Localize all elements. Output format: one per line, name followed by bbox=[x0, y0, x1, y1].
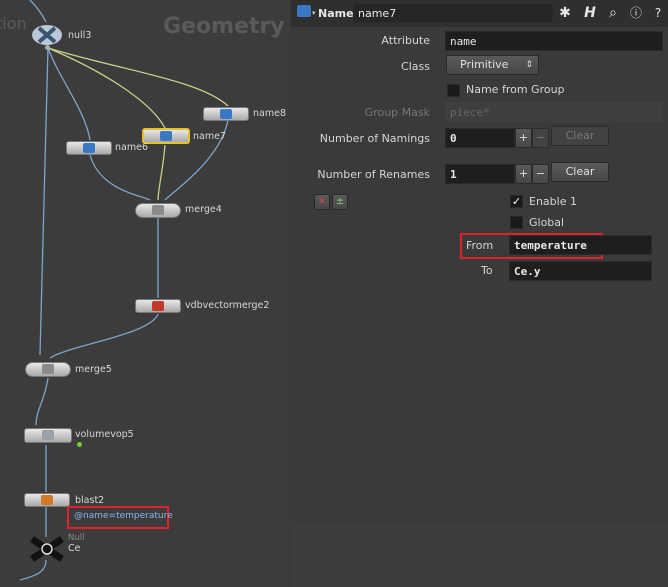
to-field[interactable]: Ce.y bbox=[509, 261, 652, 281]
global-label: Global bbox=[529, 216, 565, 229]
gear-icon[interactable]: ✱ bbox=[557, 5, 573, 21]
wire-ce-output bbox=[19, 559, 47, 581]
volumevop5-label: volumevop5 bbox=[75, 429, 134, 440]
wire-name7-merge4 bbox=[157, 144, 166, 201]
num-renames-field[interactable]: 1 bbox=[445, 164, 515, 184]
ce-label: Ce bbox=[68, 543, 81, 554]
name-from-group-label: Name from Group bbox=[466, 83, 565, 96]
blast2-node[interactable] bbox=[24, 493, 70, 507]
blast2-label: blast2 bbox=[75, 495, 105, 506]
wire-vdbvectormerge2-merge5 bbox=[49, 313, 159, 359]
attribute-field[interactable]: name bbox=[445, 31, 663, 51]
from-field[interactable]: temperature bbox=[509, 235, 652, 255]
null3-output-dot[interactable] bbox=[45, 45, 50, 50]
volumevop5-node[interactable] bbox=[24, 428, 72, 443]
name-node-icon bbox=[160, 131, 172, 141]
null3-label: null3 bbox=[68, 30, 92, 41]
merge5-label: merge5 bbox=[75, 364, 112, 375]
merge5-node[interactable] bbox=[25, 362, 71, 377]
name8-label: name8 bbox=[253, 108, 286, 119]
vdb-node-icon bbox=[152, 301, 164, 311]
vdbvectormerge2-node[interactable] bbox=[135, 299, 181, 313]
wire-null3-name7 bbox=[47, 47, 166, 129]
name7-label: name7 bbox=[193, 131, 226, 142]
num-renames-plus-button[interactable]: + bbox=[515, 164, 532, 184]
class-label: Class bbox=[401, 60, 430, 73]
blast-node-icon bbox=[41, 495, 53, 505]
ce-null-node-icon[interactable] bbox=[29, 536, 65, 562]
num-renames-label: Number of Renames bbox=[317, 168, 430, 181]
merge4-node[interactable] bbox=[135, 203, 181, 218]
merge-node-icon bbox=[42, 364, 54, 374]
wire-input-null3 bbox=[29, 0, 47, 23]
merge-node-icon bbox=[152, 205, 164, 215]
to-label: To bbox=[481, 264, 493, 277]
empty-lower-pane bbox=[291, 522, 668, 587]
node-type-dropdown-icon[interactable]: ▾ bbox=[312, 9, 316, 17]
remove-instance-icon[interactable]: × bbox=[314, 194, 330, 210]
wire-merge5-volumevop5 bbox=[35, 377, 49, 426]
name-from-group-checkbox[interactable] bbox=[447, 84, 460, 97]
num-namings-label: Number of Namings bbox=[319, 132, 430, 145]
name6-label: name6 bbox=[115, 142, 148, 153]
search-icon[interactable]: ⌕ bbox=[605, 5, 621, 21]
wire-null3-merge5 bbox=[39, 47, 49, 356]
num-renames-minus-button[interactable]: − bbox=[532, 164, 549, 184]
insert-instance-icon[interactable]: ± bbox=[332, 194, 348, 210]
renames-clear-button[interactable]: Clear bbox=[551, 162, 609, 182]
vop-node-icon bbox=[42, 430, 54, 440]
group-mask-field: piece* bbox=[445, 102, 663, 122]
updown-arrow-icon: ⇕ bbox=[525, 60, 533, 70]
ce-node-type-label: Null bbox=[68, 533, 85, 543]
node-type-label: Name bbox=[318, 7, 354, 20]
merge4-label: merge4 bbox=[185, 204, 222, 215]
namings-clear-button: Clear bbox=[551, 126, 609, 146]
num-namings-plus-button[interactable]: + bbox=[515, 128, 532, 148]
name6-node[interactable] bbox=[66, 141, 112, 155]
vdbvectormerge2-label: vdbvectormerge2 bbox=[185, 300, 270, 311]
num-namings-minus-button: − bbox=[532, 128, 549, 148]
from-label: From bbox=[466, 239, 494, 252]
network-editor[interactable]: tion Geometry null3 name8 name7 bbox=[0, 0, 290, 587]
name-node-icon bbox=[83, 143, 95, 153]
blast2-group-flag: @name=temperature bbox=[74, 511, 173, 521]
num-namings-field[interactable]: 0 bbox=[445, 128, 515, 148]
parameter-header: ▾ Name name7 ✱ H ⌕ ⓘ ? bbox=[291, 0, 668, 27]
attribute-label: Attribute bbox=[381, 34, 430, 47]
class-menu[interactable]: Primitive ⇕ bbox=[446, 55, 539, 75]
group-mask-label: Group Mask bbox=[364, 106, 430, 119]
enable-1-label: Enable 1 bbox=[529, 195, 577, 208]
name8-node[interactable] bbox=[203, 107, 249, 121]
help-h-icon[interactable]: H bbox=[582, 5, 598, 21]
volumevop5-status-dot bbox=[77, 442, 82, 447]
help-icon[interactable]: ? bbox=[650, 5, 666, 21]
name-node-type-icon bbox=[297, 5, 311, 17]
class-menu-value: Primitive bbox=[460, 58, 509, 71]
enable-1-checkbox[interactable]: ✓ bbox=[510, 195, 523, 208]
name-node-icon bbox=[220, 109, 232, 119]
wire-null3-name8 bbox=[47, 47, 229, 107]
global-checkbox[interactable] bbox=[510, 216, 523, 229]
info-icon[interactable]: ⓘ bbox=[628, 5, 644, 21]
name7-node[interactable] bbox=[142, 128, 190, 144]
wire-name6-merge4 bbox=[89, 154, 151, 201]
node-name-field[interactable]: name7 bbox=[353, 3, 553, 23]
wire-null3-name6 bbox=[47, 47, 91, 141]
